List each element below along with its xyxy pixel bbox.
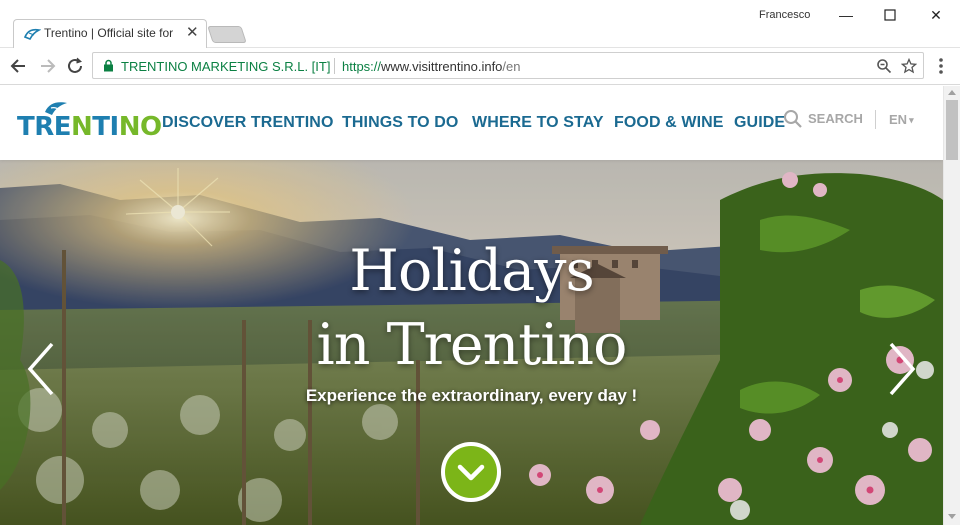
new-tab-button[interactable] xyxy=(207,26,247,43)
forward-arrow-icon[interactable] xyxy=(36,55,58,77)
scroll-up-icon[interactable] xyxy=(948,90,956,95)
menu-dots-icon[interactable] xyxy=(934,56,948,76)
star-icon[interactable] xyxy=(901,58,917,74)
trentino-favicon-icon xyxy=(23,28,41,41)
browser-toolbar: TRENTINO MARKETING S.R.L. [IT] https://w… xyxy=(0,48,960,85)
lock-icon[interactable] xyxy=(103,59,114,72)
tab-close-icon[interactable]: ✕ xyxy=(186,24,199,42)
language-code: EN xyxy=(889,112,908,127)
logo-text: TRENTINO xyxy=(17,112,162,142)
back-arrow-icon[interactable] xyxy=(8,55,30,77)
url-path: /en xyxy=(502,59,521,74)
hero-title-line2: in Trentino xyxy=(316,312,628,378)
scroll-down-button[interactable] xyxy=(441,442,501,502)
nav-food-and-wine[interactable]: FOOD & WINE xyxy=(614,114,724,132)
page-scrollbar[interactable] xyxy=(943,86,960,525)
address-separator xyxy=(334,58,335,74)
close-window-icon[interactable]: ✕ xyxy=(913,4,959,26)
header-separator xyxy=(875,110,876,129)
chevron-down-icon xyxy=(457,464,485,481)
nav-things-to-do[interactable]: THINGS TO DO xyxy=(342,114,458,132)
chevron-left-icon[interactable] xyxy=(24,340,58,398)
address-bar[interactable]: TRENTINO MARKETING S.R.L. [IT] https://w… xyxy=(92,52,924,79)
chevron-right-icon[interactable] xyxy=(885,340,919,398)
hero-subtitle: Experience the extraordinary, every day … xyxy=(305,386,638,405)
url-text[interactable]: https://www.visittrentino.info/en xyxy=(342,59,521,74)
hero-slider: Holidays in Trentino Experience the extr… xyxy=(0,160,943,525)
minimize-icon[interactable]: — xyxy=(823,4,869,26)
site-header: TRENTINO DISCOVER TRENTINO THINGS TO DO … xyxy=(0,86,943,160)
maximize-icon[interactable] xyxy=(867,4,913,26)
url-scheme: https:// xyxy=(342,59,382,74)
nav-where-to-stay[interactable]: WHERE TO STAY xyxy=(472,114,604,132)
zoom-icon[interactable] xyxy=(876,58,892,74)
page-viewport: TRENTINO DISCOVER TRENTINO THINGS TO DO … xyxy=(0,86,943,525)
scrollbar-thumb[interactable] xyxy=(946,100,958,160)
browser-titlebar: Trentino | Official site for ✕ Francesco… xyxy=(0,0,960,48)
url-host: www.visittrentino.info xyxy=(381,59,503,74)
nav-guide[interactable]: GUIDE xyxy=(734,114,785,132)
search-icon[interactable] xyxy=(783,109,803,129)
reload-icon[interactable] xyxy=(64,55,86,77)
site-logo[interactable]: TRENTINO xyxy=(17,100,162,144)
hero-title-line1: Holidays xyxy=(349,238,594,304)
scroll-down-icon[interactable] xyxy=(948,514,956,519)
browser-tab[interactable]: Trentino | Official site for ✕ xyxy=(13,19,207,48)
language-selector[interactable]: EN ▾ xyxy=(889,112,914,127)
search-label[interactable]: SEARCH xyxy=(808,111,863,126)
profile-name[interactable]: Francesco xyxy=(759,9,810,21)
tab-title: Trentino | Official site for xyxy=(44,26,174,40)
nav-discover-trentino[interactable]: DISCOVER TRENTINO xyxy=(162,114,334,132)
chevron-down-icon: ▾ xyxy=(909,115,914,125)
certificate-name[interactable]: TRENTINO MARKETING S.R.L. [IT] xyxy=(121,59,330,74)
